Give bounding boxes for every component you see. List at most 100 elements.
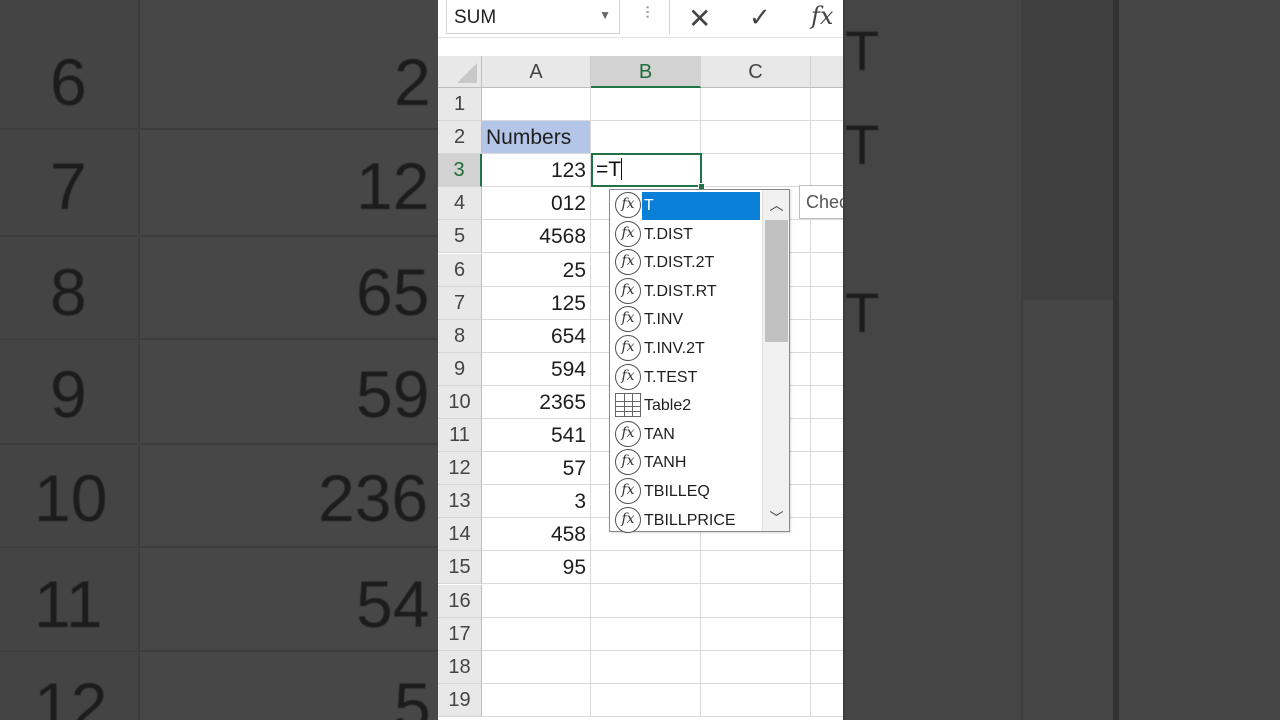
- autocomplete-item[interactable]: fx TAN: [612, 420, 763, 449]
- row-header-11[interactable]: 11: [438, 419, 482, 452]
- cell-d16[interactable]: [811, 585, 843, 618]
- chevron-down-icon[interactable]: ▼: [599, 8, 611, 22]
- row-header-13[interactable]: 13: [438, 485, 482, 519]
- cell-a5[interactable]: 4568: [482, 220, 591, 254]
- cell-a1[interactable]: [482, 88, 591, 121]
- autocomplete-item[interactable]: fx T.DIST: [612, 220, 763, 249]
- cell-d15[interactable]: [811, 551, 843, 585]
- cell-d14[interactable]: [811, 518, 843, 552]
- cell-b15[interactable]: [591, 551, 701, 585]
- cell-d12[interactable]: [811, 452, 843, 486]
- column-header-a[interactable]: A: [482, 56, 591, 88]
- cell-a4[interactable]: 012: [482, 187, 591, 221]
- column-header-b[interactable]: B: [591, 56, 701, 88]
- cell-c3[interactable]: [701, 154, 811, 188]
- cell-d18[interactable]: [811, 651, 843, 684]
- cell-d1[interactable]: [811, 88, 843, 121]
- cell-c18[interactable]: [701, 650, 811, 684]
- cell-a2[interactable]: Numbers: [482, 121, 591, 155]
- row-header-1[interactable]: 1: [438, 88, 482, 121]
- autocomplete-scrollbar[interactable]: ︿ ﹀: [762, 190, 789, 531]
- more-dots-icon[interactable]: ···: [636, 4, 659, 18]
- cell-a16[interactable]: [482, 584, 591, 618]
- cell-d3[interactable]: [811, 154, 843, 188]
- autocomplete-item[interactable]: fx TANH: [612, 448, 763, 477]
- select-all-corner[interactable]: [438, 56, 482, 88]
- cell-a13[interactable]: 3: [482, 485, 591, 519]
- scrollbar-thumb[interactable]: [765, 220, 788, 342]
- row-header-10[interactable]: 10: [438, 385, 482, 419]
- enter-checkmark-icon[interactable]: ✓: [749, 2, 771, 33]
- row-header-7[interactable]: 7: [438, 286, 482, 320]
- cell-d8[interactable]: [811, 320, 843, 353]
- cell-b16[interactable]: [591, 584, 701, 618]
- cell-d13[interactable]: [811, 485, 843, 519]
- cell-a15[interactable]: 95: [482, 551, 591, 585]
- cell-c16[interactable]: [701, 584, 811, 618]
- cell-a19[interactable]: [482, 683, 591, 717]
- row-header-16[interactable]: 16: [438, 584, 482, 618]
- autocomplete-item[interactable]: Table2: [612, 391, 763, 420]
- cell-d10[interactable]: [811, 386, 843, 419]
- cell-d17[interactable]: [811, 618, 843, 651]
- cell-a9[interactable]: 594: [482, 352, 591, 386]
- cell-c2[interactable]: [701, 121, 811, 155]
- cell-c15[interactable]: [701, 551, 811, 585]
- autocomplete-item[interactable]: fx T: [612, 191, 763, 220]
- row-header-15[interactable]: 15: [438, 551, 482, 585]
- cancel-x-icon[interactable]: ✕: [688, 2, 711, 35]
- autocomplete-item[interactable]: fx T.DIST.2T: [612, 248, 763, 277]
- row-header-8[interactable]: 8: [438, 319, 482, 353]
- cell-a8[interactable]: 654: [482, 319, 591, 353]
- cell-a10[interactable]: 2365: [482, 385, 591, 419]
- cell-b1[interactable]: [591, 88, 701, 121]
- scroll-up-chevron-icon[interactable]: ︿: [763, 192, 790, 218]
- cell-b2[interactable]: [591, 121, 701, 155]
- autocomplete-item[interactable]: fx T.INV.2T: [612, 334, 763, 363]
- cell-a12[interactable]: 57: [482, 452, 591, 486]
- row-header-2[interactable]: 2: [438, 121, 482, 155]
- name-box[interactable]: SUM ▼: [446, 0, 620, 34]
- cell-d2[interactable]: [811, 121, 843, 155]
- cell-d19[interactable]: [811, 684, 843, 717]
- autocomplete-item[interactable]: fx T.INV: [612, 305, 763, 334]
- cell-b17[interactable]: [591, 617, 701, 651]
- cell-c19[interactable]: [701, 683, 811, 717]
- cell-a7[interactable]: 125: [482, 286, 591, 320]
- cell-d7[interactable]: [811, 287, 843, 320]
- cell-a17[interactable]: [482, 617, 591, 651]
- row-header-4[interactable]: 4: [438, 187, 482, 221]
- row-header-3[interactable]: 3: [438, 154, 482, 188]
- active-cell-editor[interactable]: =T: [591, 153, 702, 187]
- insert-function-fx-icon[interactable]: fx: [811, 2, 833, 30]
- cell-a6[interactable]: 25: [482, 253, 591, 287]
- cell-b18[interactable]: [591, 650, 701, 684]
- cell-c1[interactable]: [701, 88, 811, 121]
- cell-a18[interactable]: [482, 650, 591, 684]
- cell-d6[interactable]: [811, 254, 843, 287]
- cell-a3[interactable]: 123: [482, 154, 591, 188]
- row-header-19[interactable]: 19: [438, 683, 482, 717]
- cell-d5[interactable]: [811, 220, 843, 254]
- column-header-c[interactable]: C: [701, 56, 811, 88]
- column-header-d[interactable]: [811, 56, 843, 88]
- row-header-12[interactable]: 12: [438, 452, 482, 486]
- cell-b19[interactable]: [591, 683, 701, 717]
- row-header-14[interactable]: 14: [438, 518, 482, 552]
- cell-d11[interactable]: [811, 419, 843, 452]
- formula-autocomplete-list[interactable]: ︿ ﹀ fx Tfx T.DIST fx T.DIST.2T fx T.DIST.RT fx T…: [609, 189, 790, 535]
- scroll-down-chevron-icon[interactable]: ﹀: [763, 505, 790, 531]
- autocomplete-item[interactable]: fx T.DIST.RT: [612, 277, 763, 306]
- row-header-9[interactable]: 9: [438, 352, 482, 386]
- row-header-17[interactable]: 17: [438, 617, 482, 651]
- cell-d9[interactable]: [811, 353, 843, 386]
- row-header-18[interactable]: 18: [438, 650, 482, 684]
- cell-a11[interactable]: 541: [482, 419, 591, 452]
- autocomplete-item[interactable]: fx TBILLPRICE: [612, 506, 763, 535]
- cell-c17[interactable]: [701, 617, 811, 651]
- autocomplete-item[interactable]: fx T.TEST: [612, 363, 763, 392]
- autocomplete-item[interactable]: fx TBILLEQ: [612, 477, 763, 506]
- cell-a14[interactable]: 458: [482, 518, 591, 552]
- row-header-5[interactable]: 5: [438, 220, 482, 254]
- row-header-6[interactable]: 6: [438, 253, 482, 287]
